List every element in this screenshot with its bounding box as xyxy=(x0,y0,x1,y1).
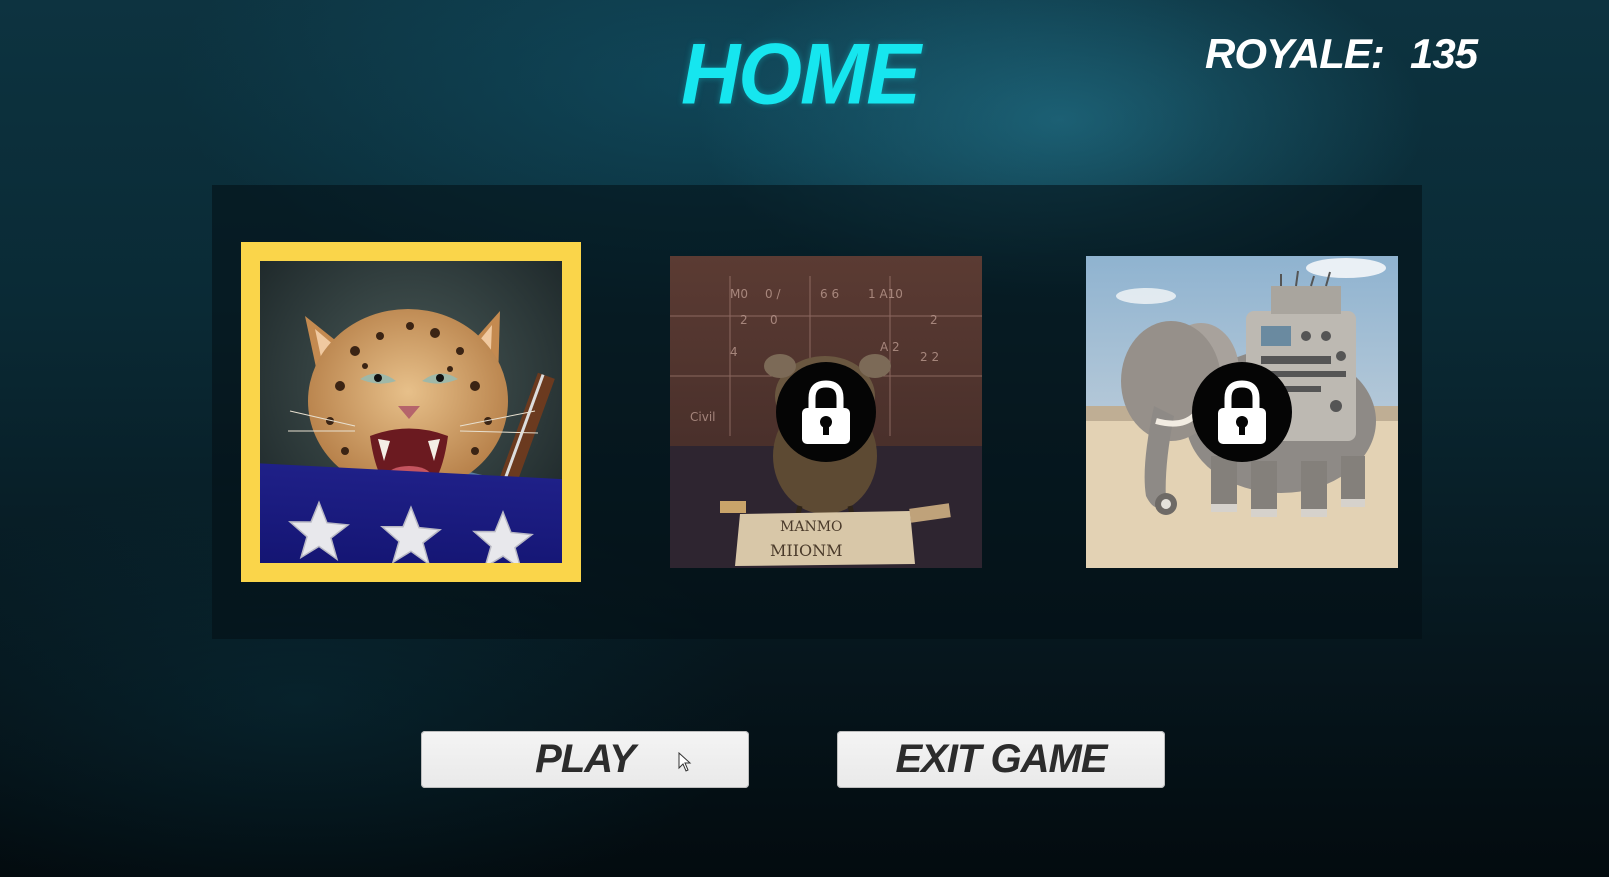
currency-value: 135 xyxy=(1410,30,1478,77)
svg-text:M0: M0 xyxy=(730,287,748,301)
lock-badge xyxy=(776,362,876,462)
svg-text:1 A10: 1 A10 xyxy=(868,287,903,301)
svg-text:MIIONM: MIIONM xyxy=(770,541,843,560)
svg-text:A 2: A 2 xyxy=(880,340,900,354)
svg-text:0 /: 0 / xyxy=(765,287,781,301)
svg-text:6 6: 6 6 xyxy=(820,287,839,301)
padlock-icon xyxy=(802,380,850,444)
star-icon xyxy=(380,505,442,563)
exit-game-button[interactable]: EXIT GAME xyxy=(837,731,1165,788)
svg-text:0: 0 xyxy=(770,313,778,327)
lock-badge xyxy=(1192,362,1292,462)
svg-text:2 2: 2 2 xyxy=(920,350,939,364)
play-button[interactable]: PLAY xyxy=(421,731,749,788)
padlock-icon xyxy=(1218,380,1266,444)
star-rating-band xyxy=(260,463,562,563)
svg-text:4: 4 xyxy=(730,345,738,359)
level-card-rock-leopard[interactable] xyxy=(241,242,581,582)
level-thumbnail-rock-leopard xyxy=(260,261,562,563)
page-title: HOME xyxy=(681,26,921,123)
star-icon xyxy=(472,510,534,563)
star-icon xyxy=(288,500,350,562)
mouse-pointer-icon xyxy=(678,752,692,772)
currency-label: ROYALE: xyxy=(1205,30,1385,77)
svg-text:MANMO: MANMO xyxy=(780,519,843,535)
svg-text:Civil: Civil xyxy=(690,410,715,424)
svg-text:2: 2 xyxy=(930,313,938,327)
level-card-monster[interactable]: M0 0 / 6 6 1 A10 2 0 A 2 2 4 2 2 Civil MANMO MI… xyxy=(670,256,982,568)
svg-text:2: 2 xyxy=(740,313,748,327)
level-card-robot-elephant[interactable] xyxy=(1086,256,1398,568)
